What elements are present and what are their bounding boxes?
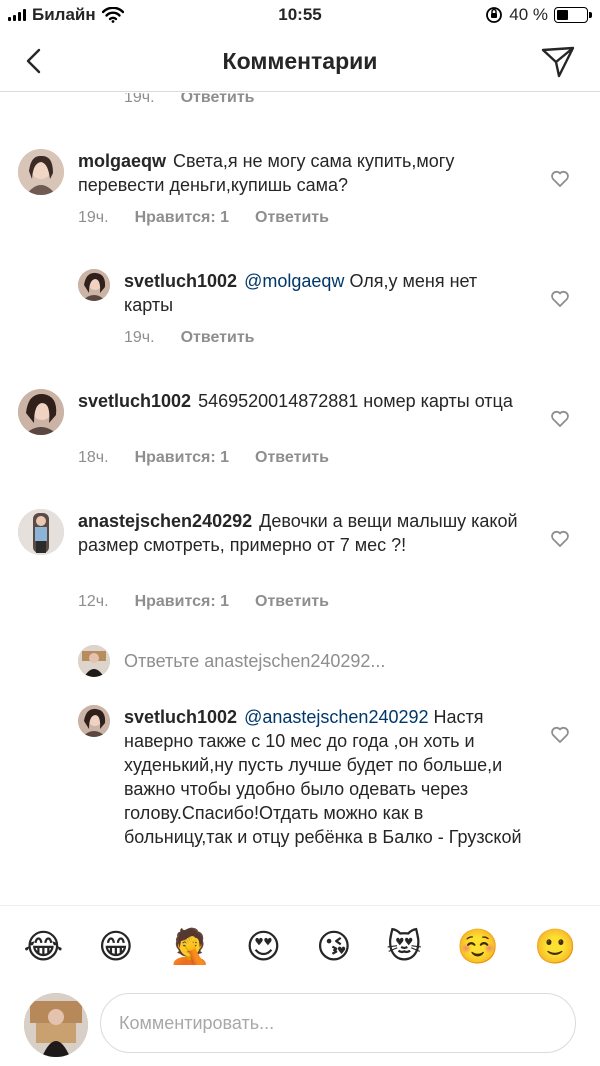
emoji-quick-bar: 😂 😁 🤦 😍 😘 😻 ☺️ 🙂 bbox=[0, 905, 600, 987]
battery-percent: 40 % bbox=[509, 5, 548, 24]
comment-meta: 18ч. Нравится: 1 Ответить bbox=[78, 449, 329, 467]
status-right: 40 % bbox=[485, 5, 592, 25]
comment-time: 19ч. bbox=[78, 209, 109, 226]
emoji-button[interactable]: 😻 bbox=[387, 930, 422, 964]
reply-button[interactable]: Ответить bbox=[181, 329, 255, 347]
reply-button[interactable]: Ответить bbox=[181, 93, 255, 107]
likes-count[interactable]: Нравится: 1 bbox=[135, 209, 229, 227]
comment-text: Настя наверно также с 10 мес до года ,он… bbox=[124, 707, 522, 847]
reply-prompt[interactable]: Ответьте anastejschen240292... bbox=[78, 644, 385, 678]
avatar[interactable] bbox=[18, 389, 64, 435]
avatar[interactable] bbox=[78, 269, 110, 301]
my-avatar bbox=[24, 993, 88, 1057]
comment-username[interactable]: anastejschen240292 bbox=[78, 511, 252, 531]
emoji-button[interactable]: 😘 bbox=[316, 930, 351, 964]
comment-time: 19ч. bbox=[124, 329, 155, 346]
comment-time: 18ч. bbox=[78, 449, 109, 466]
nav-header: Комментарии bbox=[0, 32, 600, 92]
like-heart-icon[interactable] bbox=[550, 169, 570, 189]
comment-meta: 19ч. Нравится: 1 Ответить bbox=[78, 209, 329, 227]
avatar bbox=[78, 645, 110, 677]
comment-input[interactable] bbox=[100, 993, 576, 1053]
emoji-button[interactable]: 😂 bbox=[23, 930, 63, 964]
orientation-lock-icon bbox=[486, 7, 503, 23]
page-title: Комментарии bbox=[222, 48, 378, 74]
comment-body: svetluch1002 5469520014872881 номер карт… bbox=[78, 389, 518, 413]
comment-body: anastejschen240292 Девочки а вещи малышу… bbox=[78, 509, 518, 557]
comment-body: molgaeqw Света,я не могу сама купить,мог… bbox=[78, 149, 518, 197]
comment-username[interactable]: svetluch1002 bbox=[124, 271, 237, 291]
comment-time: 12ч. bbox=[78, 593, 109, 610]
emoji-button[interactable]: ☺️ bbox=[457, 930, 499, 964]
likes-count[interactable]: Нравится: 1 bbox=[135, 449, 229, 467]
like-heart-icon[interactable] bbox=[550, 725, 570, 745]
reply-button[interactable]: Ответить bbox=[255, 593, 329, 611]
mention-link[interactable]: @anastejschen240292 bbox=[244, 707, 428, 727]
emoji-button[interactable]: 😍 bbox=[246, 930, 281, 964]
comment-composer bbox=[0, 987, 600, 1066]
comment-body: svetluch1002 @molgaeqw Оля,у меня нет ка… bbox=[124, 269, 524, 317]
emoji-button[interactable]: 😁 bbox=[98, 930, 133, 964]
likes-count[interactable]: Нравится: 1 bbox=[135, 593, 229, 611]
comment-body: svetluch1002 @anastejschen240292 Настя н… bbox=[124, 705, 524, 849]
like-heart-icon[interactable] bbox=[550, 289, 570, 309]
status-bar: Билайн 10:55 40 % bbox=[0, 0, 600, 32]
comment-text: 5469520014872881 номер карты отца bbox=[198, 391, 513, 411]
reply-button[interactable]: Ответить bbox=[255, 209, 329, 227]
comment-username[interactable]: svetluch1002 bbox=[78, 391, 191, 411]
comment-username[interactable]: svetluch1002 bbox=[124, 707, 237, 727]
reply-button[interactable]: Ответить bbox=[255, 449, 329, 467]
comment-meta: 12ч. Нравится: 1 Ответить bbox=[78, 593, 329, 611]
avatar[interactable] bbox=[78, 705, 110, 737]
like-heart-icon[interactable] bbox=[550, 529, 570, 549]
like-heart-icon[interactable] bbox=[550, 409, 570, 429]
mention-link[interactable]: @molgaeqw bbox=[244, 271, 344, 291]
comment-meta: 19ч. Ответить bbox=[124, 329, 255, 347]
reply-prompt-text: Ответьте anastejschen240292... bbox=[124, 650, 386, 671]
comments-feed[interactable]: 19ч. Ответить molgaeqw Света,я не могу с… bbox=[0, 93, 600, 905]
avatar[interactable] bbox=[18, 149, 64, 195]
partial-reply-meta: 19ч. Ответить bbox=[124, 93, 255, 107]
send-button[interactable] bbox=[540, 44, 576, 80]
comment-username[interactable]: molgaeqw bbox=[78, 151, 166, 171]
battery-icon bbox=[554, 7, 592, 23]
emoji-button[interactable]: 🤦 bbox=[168, 930, 210, 964]
comment-time: 19ч. bbox=[124, 93, 155, 106]
emoji-button[interactable]: 🙂 bbox=[534, 930, 576, 964]
avatar[interactable] bbox=[18, 509, 64, 555]
